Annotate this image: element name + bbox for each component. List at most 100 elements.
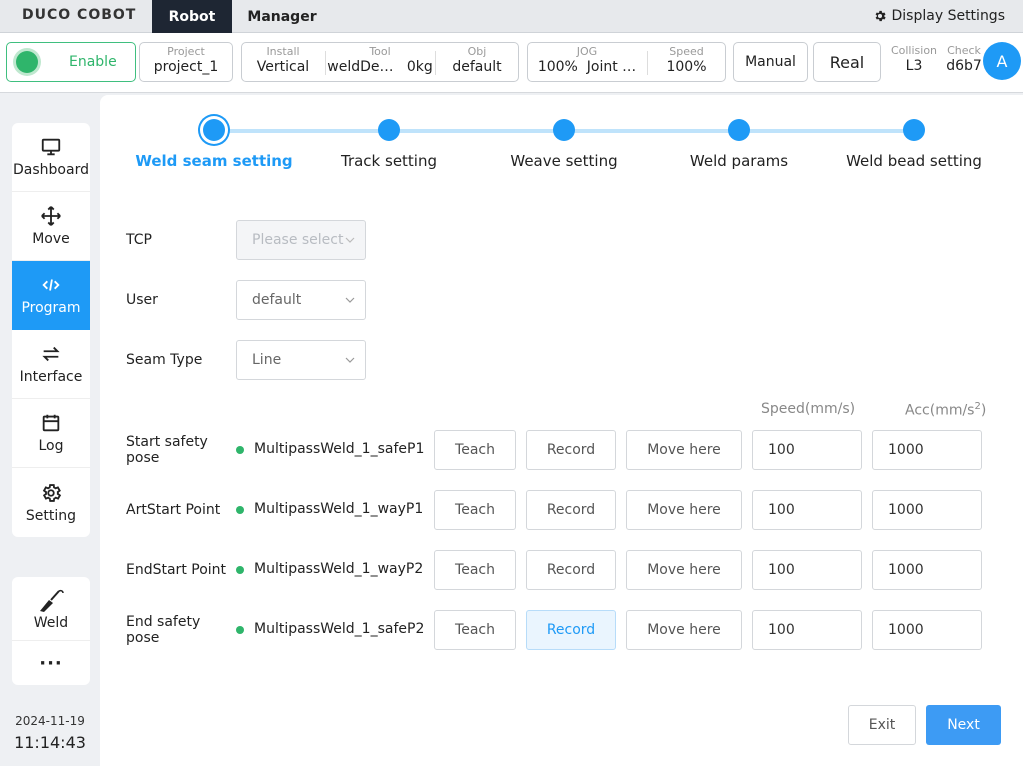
seam-type-select[interactable]: Line [236,340,366,380]
chevron-down-icon [345,297,355,303]
step-weld-bead-setting[interactable]: Weld bead setting [824,152,1004,170]
point-name: MultipassWeld_1_safeP2 [254,621,425,637]
sidebar-plugins: Weld ··· [12,577,90,685]
tab-robot[interactable]: Robot [152,0,232,33]
speed-input[interactable]: 100 [752,610,862,650]
speed-input[interactable]: 100 [752,550,862,590]
acc-input[interactable]: 1000 [872,490,982,530]
move-here-button[interactable]: Move here [626,430,742,470]
sidebar-nav: Dashboard Move Program Interface Log Set… [12,123,90,537]
record-button[interactable]: Record [526,490,616,530]
install-title: Install [266,45,300,58]
sidebar-item-label: Interface [19,369,83,385]
brand-logo: DUCO COBOT [22,7,137,23]
sidebar-item-label: Dashboard [13,162,89,178]
weld-torch-icon [40,589,64,612]
enable-indicator [16,51,38,73]
monitor-icon [41,138,61,156]
swap-icon [42,346,60,362]
project-selector[interactable]: Project project_1 [139,42,233,82]
jog-percent: 100% [537,59,578,75]
sidebar-item-log[interactable]: Log [12,399,90,468]
top-bar: DUCO COBOT Robot Manager Display Setting… [0,0,1023,33]
tcp-placeholder: Please select [252,232,344,248]
status-bar: Enable Project project_1 Install Vertica… [0,33,1023,93]
sidebar-item-move[interactable]: Move [12,192,90,261]
move-here-button[interactable]: Move here [626,490,742,530]
user-value: default [252,292,302,308]
step-2-dot[interactable] [378,119,400,141]
sidebar-item-interface[interactable]: Interface [12,330,90,399]
obj-title: Obj [467,45,487,58]
step-weave-setting[interactable]: Weave setting [474,152,654,170]
sidebar-item-label: Weld [33,614,69,631]
time-display: 11:14:43 [14,733,86,752]
step-5-dot[interactable] [903,119,925,141]
speed-column-header: Speed(mm/s) [761,401,856,417]
avatar[interactable]: A [983,42,1021,80]
teach-button[interactable]: Teach [434,430,516,470]
acc-input[interactable]: 1000 [872,430,982,470]
sidebar-item-label: Move [32,231,70,247]
jog-speed-group[interactable]: JOG 100% Joint … Speed 100% [527,42,726,82]
code-icon [42,279,60,291]
manual-mode-button[interactable]: Manual [733,42,808,82]
status-dot [236,506,244,514]
step-1-dot[interactable] [203,119,225,141]
point-name: MultipassWeld_1_wayP2 [254,561,424,577]
point-name: MultipassWeld_1_wayP1 [254,501,424,517]
next-button[interactable]: Next [926,705,1001,745]
speed-input[interactable]: 100 [752,430,862,470]
step-4-dot[interactable] [728,119,750,141]
weld-wizard-panel: Weld seam setting Track setting Weave se… [100,95,1023,766]
teach-button[interactable]: Teach [434,550,516,590]
exit-button[interactable]: Exit [848,705,916,745]
install-tool-obj-group[interactable]: Install Vertical Tool weldDe… 0kg Obj de… [241,42,519,82]
record-button[interactable]: Record [526,550,616,590]
point-label: ArtStart Point [126,502,221,518]
sidebar-item-label: Log [38,438,64,454]
move-here-button[interactable]: Move here [626,550,742,590]
project-value: project_1 [153,59,219,75]
step-3-dot[interactable] [553,119,575,141]
display-settings-button[interactable]: Display Settings [873,8,1005,24]
enable-label: Enable [69,54,117,70]
gear-icon [42,483,62,502]
step-weld-params[interactable]: Weld params [649,152,829,170]
project-title: Project [167,45,205,58]
speed-value: 100% [666,59,707,75]
user-select[interactable]: default [236,280,366,320]
sidebar-item-label: Program [21,300,81,316]
sidebar-item-weld[interactable]: Weld [12,577,90,641]
status-dot [236,566,244,574]
record-button[interactable]: Record [526,430,616,470]
tab-manager[interactable]: Manager [232,0,332,33]
teach-button[interactable]: Teach [434,610,516,650]
enable-button[interactable]: Enable [6,42,136,82]
chevron-down-icon [345,357,355,363]
step-track-setting[interactable]: Track setting [299,152,479,170]
tcp-label: TCP [126,232,152,248]
tool-value: weldDe… 0kg [326,59,434,75]
check-title: Check [947,44,981,57]
sidebar-item-dashboard[interactable]: Dashboard [12,123,90,192]
move-here-button[interactable]: Move here [626,610,742,650]
speed-input[interactable]: 100 [752,490,862,530]
collision-value: L3 [905,58,923,74]
sidebar-item-program[interactable]: Program [12,261,90,330]
tool-name: weldDe… [327,59,394,75]
tcp-select[interactable]: Please select [236,220,366,260]
step-weld-seam-setting[interactable]: Weld seam setting [124,152,304,170]
more-button[interactable]: ··· [12,641,90,685]
jog-title: JOG [576,45,598,58]
real-mode-button[interactable]: Real [813,42,881,82]
point-label: EndStart Point [126,562,227,578]
tool-title: Tool [369,45,391,58]
teach-button[interactable]: Teach [434,490,516,530]
gear-icon [875,10,886,22]
point-label: End safety pose [126,614,201,646]
sidebar-item-setting[interactable]: Setting [12,468,90,537]
record-button[interactable]: Record [526,610,616,650]
acc-input[interactable]: 1000 [872,550,982,590]
acc-input[interactable]: 1000 [872,610,982,650]
